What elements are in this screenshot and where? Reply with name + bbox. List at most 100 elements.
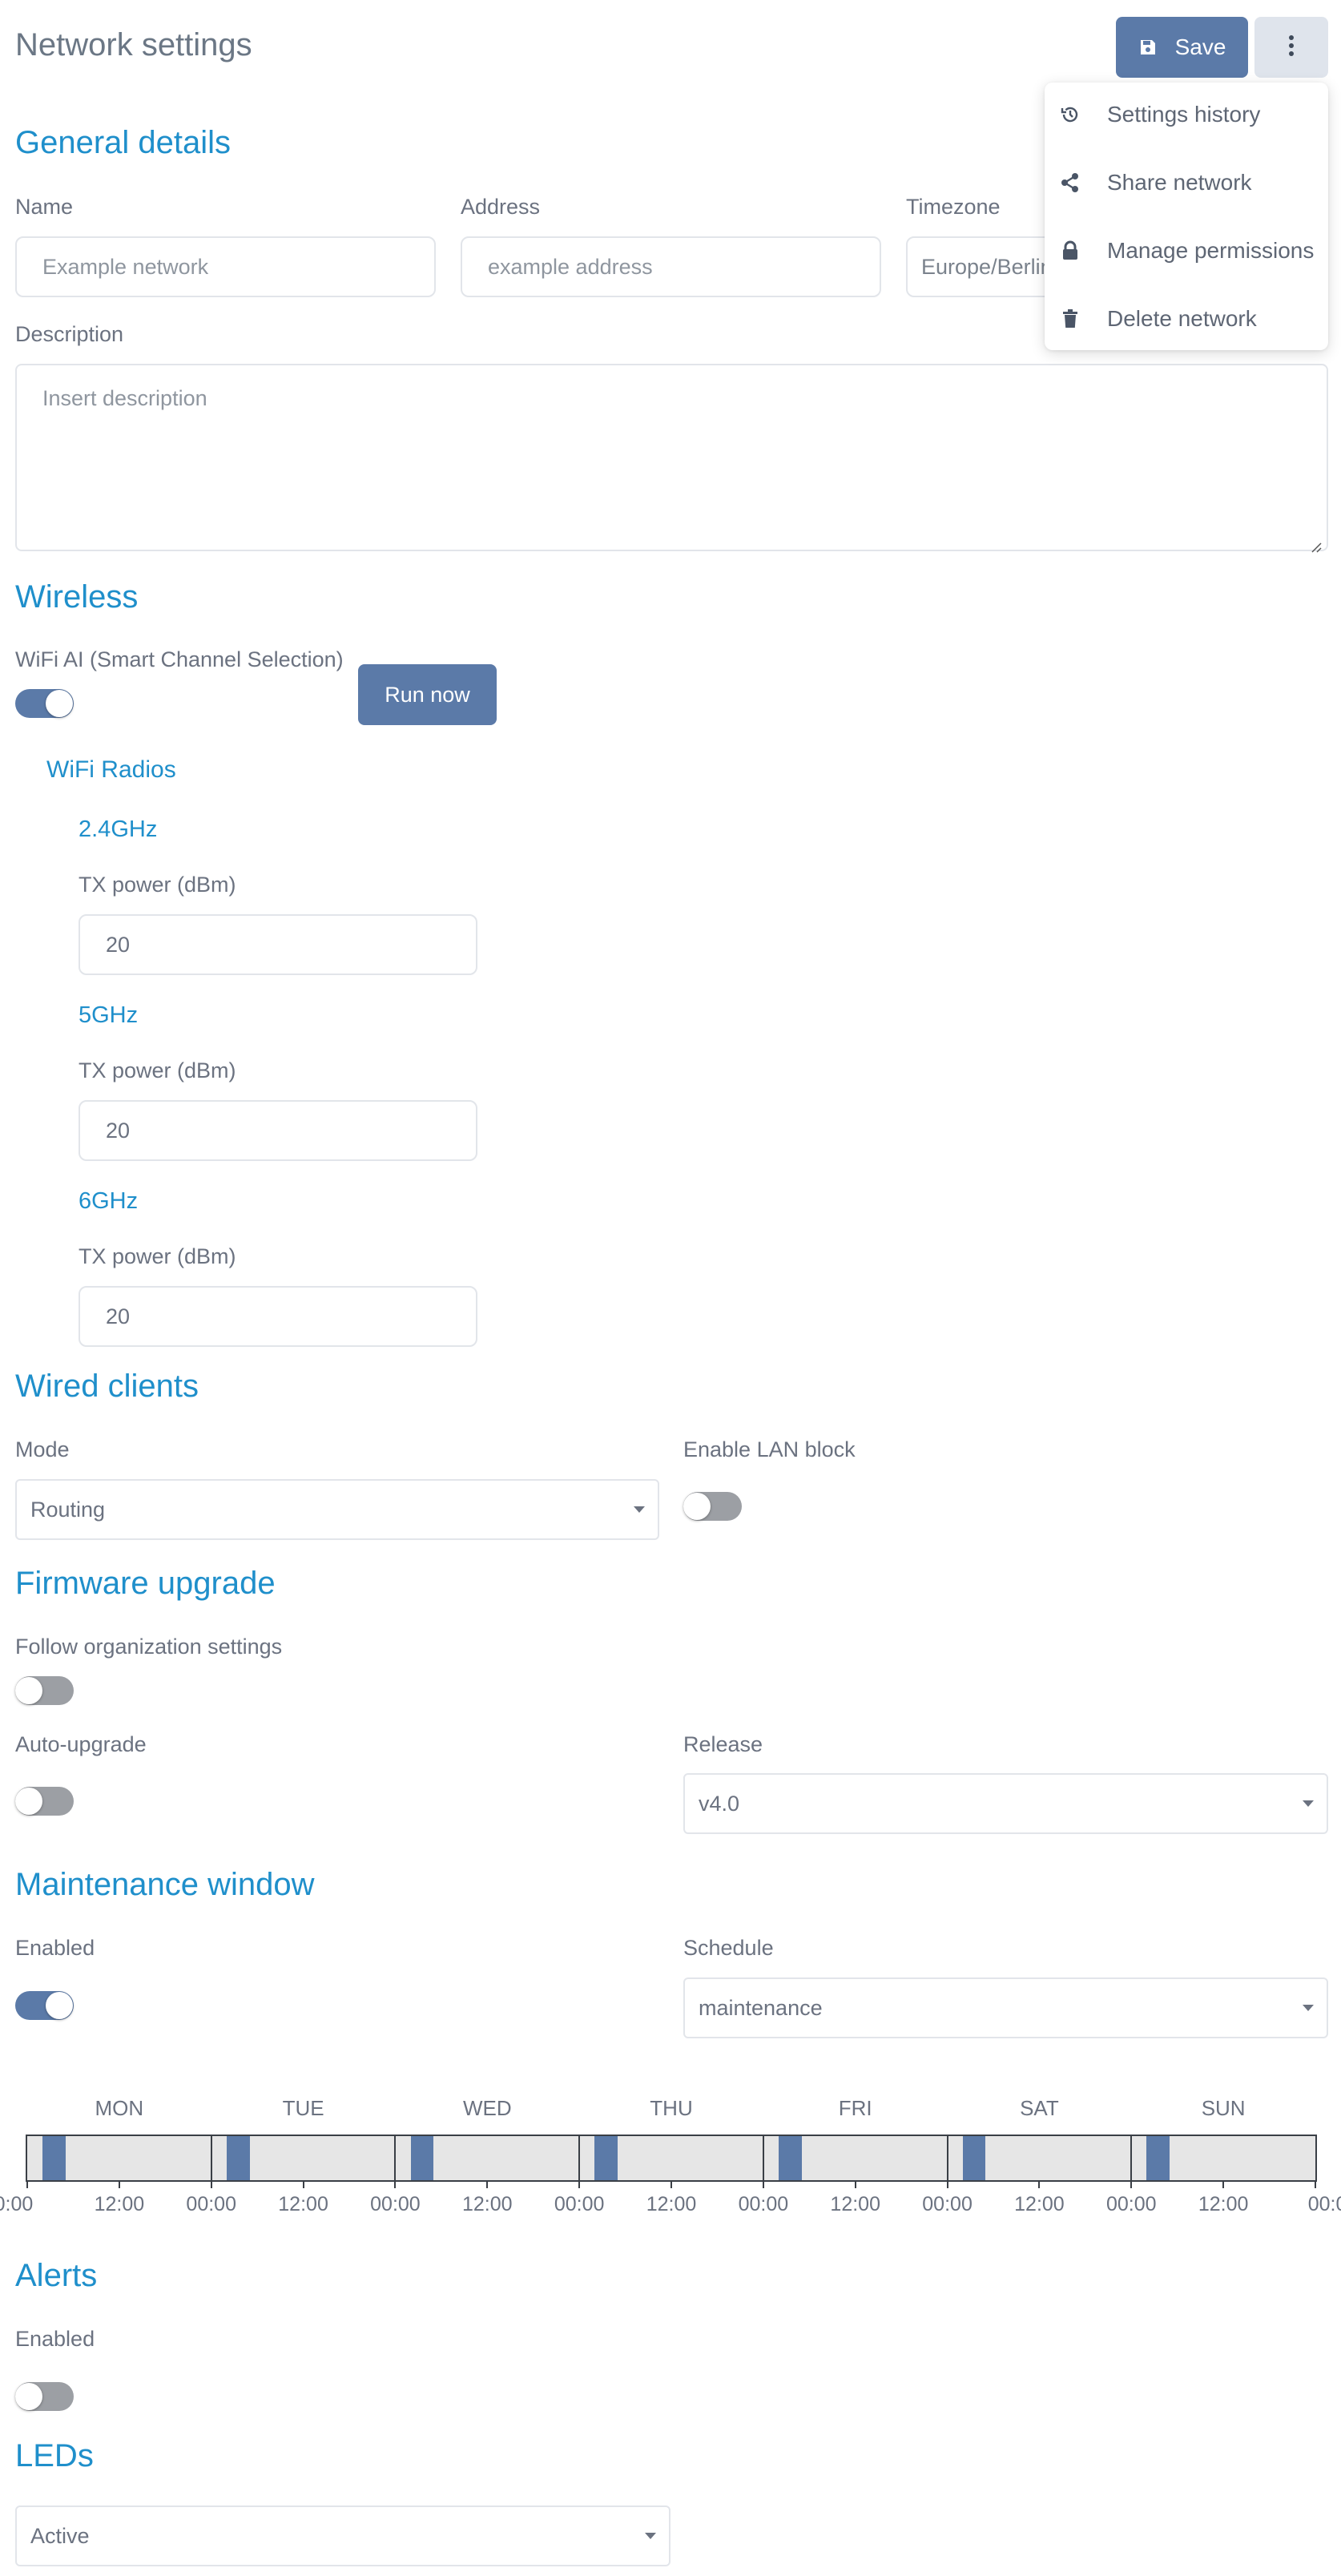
tick-label: 00:00 [370, 2193, 421, 2215]
tx-power-label-2-4ghz: TX power (dBm) [79, 873, 236, 897]
tx-power-label-5ghz: TX power (dBm) [79, 1058, 236, 1082]
day-label-mon: MON [95, 2096, 144, 2120]
schedule-timeline [26, 2135, 1317, 2182]
schedule-label: Schedule [683, 1936, 774, 1960]
wifi-radios-title: WiFi Radios [46, 756, 176, 783]
address-label: Address [461, 195, 541, 219]
follow-org-label: Follow organization settings [15, 1635, 283, 1659]
tick-mark [302, 2182, 304, 2188]
maintenance-window-title: Maintenance window [15, 1867, 315, 1902]
address-input[interactable]: example address [461, 236, 881, 297]
save-button-label: Save [1174, 34, 1226, 59]
menu-item-label: Share network [1107, 170, 1252, 195]
radio-band-6ghz: 6GHz [79, 1188, 139, 1214]
tx-power-value-5ghz: 20 [106, 1118, 131, 1143]
run-now-button[interactable]: Run now [358, 664, 497, 725]
tick-label: 00:00 [0, 2193, 34, 2215]
timezone-label: Timezone [906, 195, 1001, 219]
menu-item-settings-history[interactable]: Settings history [1045, 91, 1328, 139]
chevron-down-icon [1303, 2005, 1314, 2011]
menu-item-delete-network[interactable]: Delete network [1045, 295, 1328, 343]
tick-mark [578, 2182, 581, 2188]
tick-mark [1038, 2182, 1041, 2188]
maintenance-block-mon [42, 2136, 66, 2180]
radio-band-5ghz: 5GHz [79, 1002, 139, 1028]
tick-label: 00:00 [186, 2193, 236, 2215]
maintenance-block-wed [410, 2136, 434, 2180]
day-divider [394, 2136, 397, 2180]
release-label: Release [683, 1732, 763, 1756]
maintenance-block-fri [779, 2136, 802, 2180]
wifi-ai-toggle[interactable] [15, 689, 74, 718]
tick-mark [1315, 2182, 1316, 2188]
description-placeholder: Insert description [42, 386, 207, 410]
release-select[interactable]: v4.0 [683, 1773, 1328, 1834]
maintenance-enabled-toggle[interactable] [15, 1991, 74, 2020]
menu-item-manage-permissions[interactable]: Manage permissions [1045, 227, 1328, 275]
share-icon [1059, 171, 1081, 194]
tick-label: 00:00 [738, 2193, 789, 2215]
name-placeholder: Example network [42, 254, 209, 279]
leds-select[interactable]: Active [15, 2505, 670, 2566]
chevron-down-icon [1303, 1800, 1314, 1807]
release-value: v4.0 [699, 1791, 740, 1816]
day-label-sat: SAT [1020, 2096, 1059, 2120]
tick-mark [394, 2182, 397, 2188]
toggle-knob [683, 1493, 711, 1520]
tick-label: 00:00 [1307, 2193, 1341, 2215]
tx-power-label-6ghz: TX power (dBm) [79, 1244, 236, 1268]
tick-mark [26, 2182, 28, 2188]
tick-label: 00:00 [922, 2193, 973, 2215]
tick-mark [210, 2182, 212, 2188]
radio-band-2-4ghz: 2.4GHz [79, 816, 158, 842]
tick-label: 00:00 [1106, 2193, 1157, 2215]
tx-power-input-6ghz[interactable]: 20 [79, 1286, 477, 1347]
tick-label: 12:00 [1198, 2193, 1249, 2215]
day-label-sun: SUN [1201, 2096, 1246, 2120]
tick-label: 12:00 [94, 2193, 145, 2215]
maintenance-block-sun [1146, 2136, 1170, 2180]
toggle-knob [15, 2383, 42, 2410]
tick-label: 12:00 [830, 2193, 880, 2215]
wireless-title: Wireless [15, 579, 139, 615]
follow-org-toggle[interactable] [15, 1676, 74, 1705]
menu-item-label: Manage permissions [1107, 238, 1315, 263]
save-icon [1138, 38, 1158, 57]
menu-item-label: Settings history [1107, 102, 1261, 127]
save-button[interactable]: Save [1116, 17, 1248, 78]
resize-handle-icon[interactable] [1311, 534, 1322, 553]
chevron-down-icon [645, 2533, 656, 2539]
name-label: Name [15, 195, 74, 219]
tx-power-value-2-4ghz: 20 [106, 932, 131, 957]
schedule-select[interactable]: maintenance [683, 1977, 1328, 2038]
description-label: Description [15, 322, 124, 346]
schedule-value: maintenance [699, 1995, 823, 2020]
history-icon [1059, 103, 1081, 126]
day-label-fri: FRI [838, 2096, 872, 2120]
maintenance-block-tue [226, 2136, 250, 2180]
description-textarea[interactable]: Insert description [15, 364, 1328, 553]
day-divider [946, 2136, 948, 2180]
firmware-upgrade-title: Firmware upgrade [15, 1566, 276, 1601]
leds-value: Active [30, 2523, 90, 2548]
tick-label: 12:00 [1014, 2193, 1065, 2215]
tx-power-input-2-4ghz[interactable]: 20 [79, 914, 477, 975]
mode-select[interactable]: Routing [15, 1479, 659, 1540]
alerts-enabled-toggle[interactable] [15, 2382, 74, 2411]
tick-mark [118, 2182, 120, 2188]
more-options-button[interactable] [1254, 17, 1328, 78]
mode-value: Routing [30, 1497, 106, 1522]
alerts-enabled-label: Enabled [15, 2327, 95, 2351]
tick-label: 12:00 [462, 2193, 513, 2215]
auto-upgrade-toggle[interactable] [15, 1787, 74, 1816]
menu-item-share-network[interactable]: Share network [1045, 159, 1328, 207]
day-divider [210, 2136, 212, 2180]
name-input[interactable]: Example network [15, 236, 436, 297]
lan-block-label: Enable LAN block [683, 1437, 856, 1461]
lan-block-toggle[interactable] [683, 1492, 742, 1521]
tx-power-input-5ghz[interactable]: 20 [79, 1100, 477, 1161]
maintenance-enabled-label: Enabled [15, 1936, 95, 1960]
tick-label: 12:00 [646, 2193, 697, 2215]
wifi-ai-label: WiFi AI (Smart Channel Selection) [15, 647, 344, 671]
auto-upgrade-label: Auto-upgrade [15, 1732, 147, 1756]
